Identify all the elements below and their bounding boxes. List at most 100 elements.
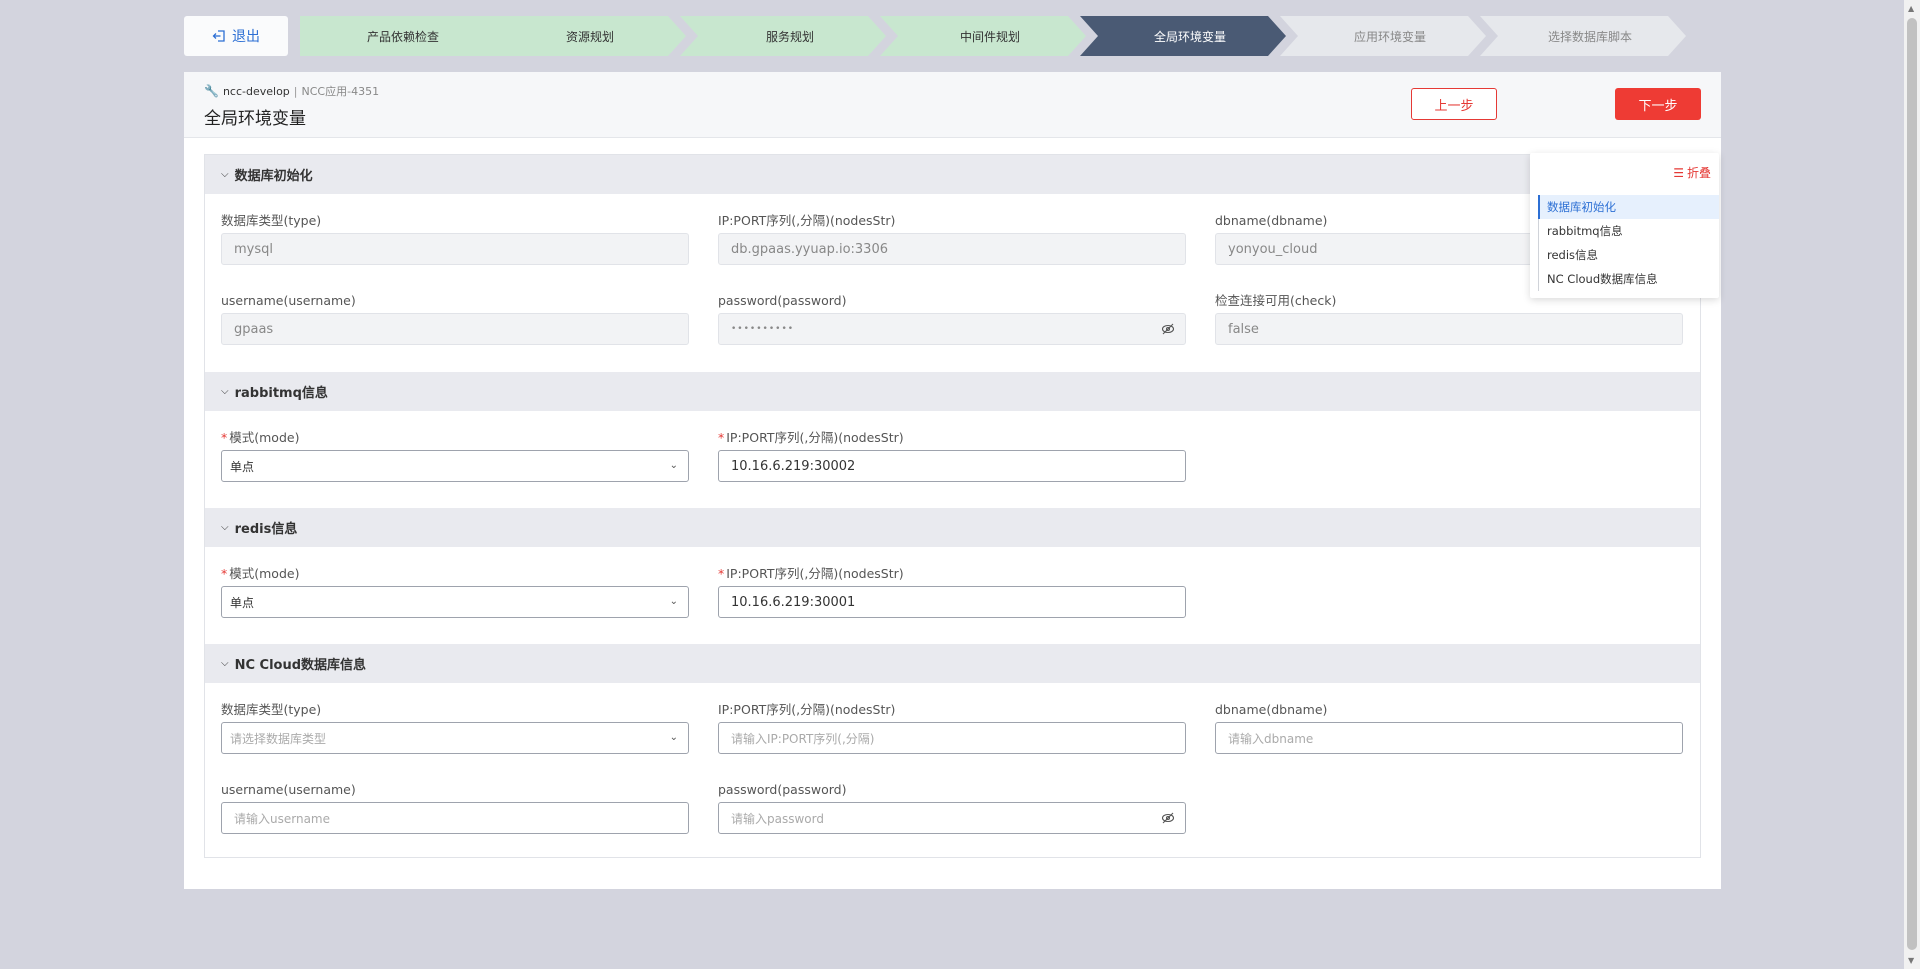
field-nccloud-nodes: IP:PORT序列(,分隔)(nodesStr) 请输入IP:PORT序列(,分… [718, 701, 1186, 754]
nccloud-dbname-input[interactable]: 请输入dbname [1215, 722, 1683, 754]
scroll-down-icon[interactable]: ▼ [1908, 956, 1914, 965]
step-resource-planning[interactable]: 资源规划 [480, 16, 686, 56]
db-username-input[interactable]: gpaas [221, 313, 689, 345]
fold-label: 折叠 [1686, 166, 1711, 180]
required-mark: * [718, 430, 725, 445]
chevron-down-icon: ⌵ [221, 658, 229, 669]
field-label-text: IP:PORT序列(,分隔)(nodesStr) [726, 566, 904, 581]
chevron-down-icon: ⌄ [669, 460, 678, 471]
section-body-redis: * 模式(mode) 单点 ⌄ * IP:PORT序列(,分隔)(nodesStr)… [205, 547, 1700, 644]
outline-list: 数据库初始化 rabbitmq信息 redis信息 NC Cloud数据库信息 [1538, 195, 1719, 291]
db-type-input[interactable]: mysql [221, 233, 689, 265]
field-label: password(password) [718, 293, 847, 308]
step-global-env-vars[interactable]: 全局环境变量 [1080, 16, 1286, 56]
field-rabbitmq-nodes: * IP:PORT序列(,分隔)(nodesStr) 10.16.6.219:30… [718, 429, 1186, 482]
select-value: 单点 [230, 459, 255, 474]
section-title: redis信息 [234, 522, 298, 537]
required-mark: * [221, 566, 228, 581]
wizard-bar: 退出 产品依赖检查 资源规划 服务规划 中间件规划 全局环境变量 应用环境变量 … [184, 16, 1700, 56]
step-app-env-vars[interactable]: 应用环境变量 [1280, 16, 1486, 56]
panel-header: 🔧 ncc-develop | NCC应用-4351 全局环境变量 上一步 下一… [184, 72, 1721, 138]
field-db-nodes: IP:PORT序列(,分隔)(nodesStr) db.gpaas.yyuap.… [718, 212, 1186, 265]
chevron-down-icon: ⌄ [669, 732, 678, 743]
section-body-db-init: 数据库类型(type) mysql IP:PORT序列(,分隔)(nodesSt… [205, 194, 1700, 372]
eye-off-icon[interactable] [1161, 322, 1175, 336]
rabbitmq-nodes-input[interactable]: 10.16.6.219:30002 [718, 450, 1186, 482]
step-select-db-script[interactable]: 选择数据库脚本 [1480, 16, 1686, 56]
breadcrumb-app: NCC应用-4351 [301, 85, 380, 98]
field-label: password(password) [718, 782, 847, 797]
section-header-nccloud[interactable]: ⌵ NC Cloud数据库信息 [205, 644, 1700, 683]
field-redis-nodes: * IP:PORT序列(,分隔)(nodesStr) 10.16.6.219:30… [718, 565, 1186, 618]
outline-item-rabbitmq[interactable]: rabbitmq信息 [1539, 219, 1719, 243]
fold-button[interactable]: ☰ 折叠 [1673, 164, 1711, 181]
field-label: dbname(dbname) [1215, 702, 1328, 717]
field-label-text: IP:PORT序列(,分隔)(nodesStr) [726, 430, 904, 445]
wrench-icon: 🔧 [204, 84, 219, 98]
field-label-text: 模式(mode) [229, 566, 300, 581]
step-label: 全局环境变量 [1153, 29, 1226, 44]
section-header-redis[interactable]: ⌵ redis信息 [205, 508, 1700, 547]
chevron-down-icon: ⌵ [221, 169, 229, 180]
section-title: 数据库初始化 [234, 169, 313, 184]
select-placeholder: 请选择数据库类型 [230, 731, 327, 746]
step-product-dependency-check[interactable]: 产品依赖检查 [300, 16, 506, 56]
field-label: username(username) [221, 782, 356, 797]
page-title: 全局环境变量 [204, 109, 306, 129]
outline-item-db-init[interactable]: 数据库初始化 [1538, 195, 1719, 219]
field-db-password: password(password) •••••••••• [718, 292, 1186, 345]
outline-item-redis[interactable]: redis信息 [1539, 243, 1719, 267]
field-label: * IP:PORT序列(,分隔)(nodesStr) [718, 429, 1186, 447]
main-panel: 🔧 ncc-develop | NCC应用-4351 全局环境变量 上一步 下一… [184, 72, 1721, 889]
scrollbar-thumb[interactable] [1907, 18, 1917, 950]
field-rabbitmq-mode: * 模式(mode) 单点 ⌄ [221, 429, 689, 482]
field-db-type: 数据库类型(type) mysql [221, 212, 689, 265]
field-label: IP:PORT序列(,分隔)(nodesStr) [718, 702, 896, 717]
page-scrollbar[interactable]: ▲ ▼ [1904, 0, 1920, 969]
required-mark: * [718, 566, 725, 581]
step-label: 产品依赖检查 [366, 29, 439, 44]
chevron-down-icon: ⌵ [221, 522, 229, 533]
step-middleware-planning[interactable]: 中间件规划 [880, 16, 1086, 56]
db-check-input[interactable]: false [1215, 313, 1683, 345]
section-header-db-init[interactable]: ⌵ 数据库初始化 [205, 155, 1700, 194]
nccloud-nodes-input[interactable]: 请输入IP:PORT序列(,分隔) [718, 722, 1186, 754]
field-db-check: 检查连接可用(check) false [1215, 292, 1683, 345]
chevron-down-icon: ⌄ [669, 596, 678, 607]
db-nodes-input[interactable]: db.gpaas.yyuap.io:3306 [718, 233, 1186, 265]
select-value: 单点 [230, 595, 255, 610]
outline-item-nccloud[interactable]: NC Cloud数据库信息 [1539, 267, 1719, 291]
required-mark: * [221, 430, 228, 445]
field-label: * 模式(mode) [221, 565, 689, 583]
nccloud-type-select[interactable]: 请选择数据库类型 ⌄ [221, 722, 689, 754]
redis-mode-select[interactable]: 单点 ⌄ [221, 586, 689, 618]
field-redis-mode: * 模式(mode) 单点 ⌄ [221, 565, 689, 618]
nccloud-password-input[interactable]: 请输入password [718, 802, 1186, 834]
fold-icon: ☰ [1673, 165, 1684, 180]
section-header-rabbitmq[interactable]: ⌵ rabbitmq信息 [205, 372, 1700, 411]
nccloud-username-input[interactable]: 请输入username [221, 802, 689, 834]
breadcrumb-separator: | [293, 84, 298, 98]
field-nccloud-password: password(password) 请输入password [718, 781, 1186, 834]
previous-step-button[interactable]: 上一步 [1411, 88, 1497, 120]
field-label-text: 模式(mode) [229, 430, 300, 445]
field-nccloud-username: username(username) 请输入username [221, 781, 689, 834]
field-label: 数据库类型(type) [221, 702, 322, 717]
field-nccloud-dbname: dbname(dbname) 请输入dbname [1215, 701, 1683, 754]
section-outline: ☰ 折叠 数据库初始化 rabbitmq信息 redis信息 NC Cloud数… [1530, 153, 1719, 298]
db-password-input[interactable]: •••••••••• [718, 313, 1186, 345]
eye-off-icon[interactable] [1161, 811, 1175, 825]
exit-icon [212, 30, 225, 42]
field-label: * IP:PORT序列(,分隔)(nodesStr) [718, 565, 1186, 583]
exit-button[interactable]: 退出 [184, 16, 288, 56]
breadcrumb-project: ncc-develop [222, 84, 290, 98]
field-label: * 模式(mode) [221, 429, 689, 447]
scroll-up-icon[interactable]: ▲ [1908, 4, 1914, 13]
rabbitmq-mode-select[interactable]: 单点 ⌄ [221, 450, 689, 482]
field-db-username: username(username) gpaas [221, 292, 689, 345]
next-step-button[interactable]: 下一步 [1615, 88, 1701, 120]
section-title: NC Cloud数据库信息 [234, 658, 367, 673]
password-mask: •••••••••• [731, 324, 795, 334]
step-service-planning[interactable]: 服务规划 [680, 16, 886, 56]
redis-nodes-input[interactable]: 10.16.6.219:30001 [718, 586, 1186, 618]
